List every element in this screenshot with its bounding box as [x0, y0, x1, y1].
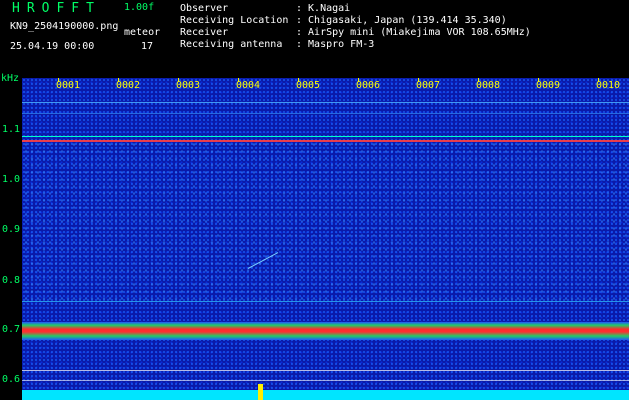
observer-label: Observer [180, 3, 229, 14]
location-label: Receiving Location [180, 15, 289, 26]
carrier-trace [22, 102, 629, 103]
spectrogram-plot[interactable]: 0001 0002 0003 0004 0005 0006 0007 0008 … [22, 78, 629, 400]
meteor-count: 17 [141, 41, 154, 52]
noise-texture [22, 140, 629, 300]
signal-spike [258, 384, 263, 400]
grid-line [22, 370, 629, 371]
observer-value: : K.Nagai [296, 3, 351, 14]
receiver-value: : AirSpy mini (Miakejima VOR 108.65MHz) [296, 27, 531, 38]
x-tick-label: 0002 [116, 80, 141, 91]
carrier-line-red [22, 140, 629, 142]
datetime-label: 25.04.19 00:00 [10, 41, 95, 52]
grid-line [22, 380, 629, 381]
version-label: 1.00f [124, 2, 155, 13]
x-tick-label: 0007 [416, 80, 441, 91]
y-tick-label: 0.7 [2, 324, 21, 335]
meteor-label: meteor [124, 27, 161, 38]
filename-label: KN9_2504190000.png [10, 21, 119, 32]
x-tick-label: 0001 [56, 80, 81, 91]
location-value: : Chigasaki, Japan (139.414 35.340) [296, 15, 507, 26]
y-tick-label: 1.1 [2, 124, 21, 135]
receiver-label: Receiver [180, 27, 229, 38]
y-axis-unit: kHz [1, 73, 20, 84]
y-tick-label: 0.6 [2, 374, 21, 385]
x-tick-label: 0006 [356, 80, 381, 91]
x-tick-label: 0010 [596, 80, 621, 91]
x-tick-label: 0005 [296, 80, 321, 91]
antenna-label: Receiving antenna [180, 39, 283, 50]
carrier-trace [22, 301, 629, 302]
antenna-value: : Maspro FM-3 [296, 39, 375, 50]
carrier-line [22, 136, 629, 137]
x-tick-label: 0008 [476, 80, 501, 91]
app-title: HROFFT [12, 1, 101, 16]
baseline-strip [22, 390, 629, 400]
carrier-trace [22, 113, 629, 114]
x-tick-label: 0003 [176, 80, 201, 91]
y-tick-label: 0.9 [2, 224, 21, 235]
header-panel: HROFFT 1.00f KN9_2504190000.png meteor 2… [0, 0, 629, 78]
y-tick-label: 1.0 [2, 174, 21, 185]
y-tick-label: 0.8 [2, 275, 21, 286]
echo-band [22, 322, 629, 340]
x-tick-label: 0004 [236, 80, 261, 91]
x-tick-label: 0009 [536, 80, 561, 91]
